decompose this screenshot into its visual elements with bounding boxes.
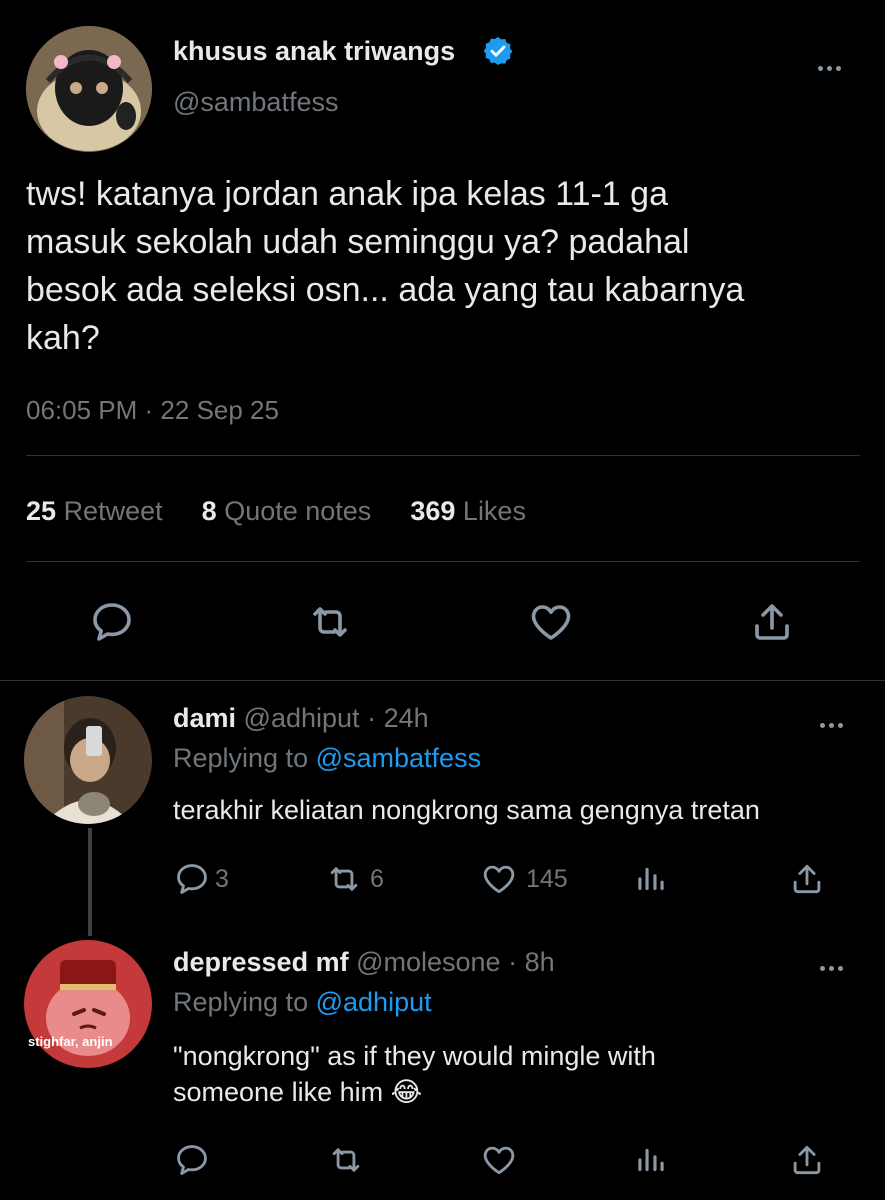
quote-count: 8 bbox=[201, 496, 217, 526]
reply-time[interactable]: 8h bbox=[525, 947, 555, 977]
share-icon[interactable] bbox=[748, 598, 796, 646]
reply-text-line: someone like him bbox=[173, 1077, 384, 1107]
tweet-date: 22 Sep 25 bbox=[160, 395, 279, 425]
likes-stat[interactable]: 369 Likes bbox=[410, 496, 526, 526]
reply-icon[interactable] bbox=[173, 860, 211, 898]
reply-text-line-2: someone like him 😂 bbox=[173, 1074, 656, 1110]
likes-label: Likes bbox=[462, 496, 526, 526]
author-handle[interactable]: @sambatfess bbox=[173, 87, 338, 118]
divider bbox=[26, 561, 860, 562]
replying-to: Replying to @adhiput bbox=[173, 987, 432, 1018]
retweet-icon[interactable] bbox=[306, 598, 354, 646]
laughing-emoji: 😂 bbox=[390, 1077, 423, 1107]
reply-author-handle[interactable]: @molesone bbox=[356, 947, 500, 977]
share-icon[interactable] bbox=[788, 860, 826, 898]
reply-text: "nongkrong" as if they would mingle with… bbox=[173, 1038, 656, 1110]
reply-avatar[interactable] bbox=[24, 696, 152, 824]
replying-to-label: Replying to bbox=[173, 743, 309, 773]
reply-text-line: terakhir keliatan nongkrong sama gengnya… bbox=[173, 795, 760, 825]
reply-author-handle[interactable]: @adhiput bbox=[244, 703, 360, 733]
retweet-icon[interactable] bbox=[327, 1141, 365, 1179]
analytics-icon[interactable] bbox=[632, 1141, 670, 1179]
timestamp-separator: · bbox=[144, 395, 161, 425]
share-icon[interactable] bbox=[788, 1141, 826, 1179]
more-options-icon[interactable] bbox=[820, 958, 850, 971]
retweet-icon[interactable] bbox=[325, 860, 363, 898]
replying-to-handle[interactable]: @sambatfess bbox=[316, 743, 481, 773]
retweet-stat[interactable]: 25 Retweet bbox=[26, 496, 170, 526]
author-display-name[interactable]: khusus anak triwangs bbox=[173, 36, 455, 67]
replying-to-label: Replying to bbox=[173, 987, 309, 1017]
reply-author-name[interactable]: dami bbox=[173, 703, 236, 733]
heart-icon[interactable] bbox=[480, 860, 518, 898]
retweet-count: 6 bbox=[370, 865, 384, 893]
reply-author-name[interactable]: depressed mf bbox=[173, 947, 349, 977]
tweet-stats: 25 Retweet 8 Quote notes 369 Likes bbox=[26, 496, 526, 527]
heart-icon[interactable] bbox=[480, 1141, 518, 1179]
analytics-icon[interactable] bbox=[632, 860, 670, 898]
quote-stat[interactable]: 8 Quote notes bbox=[202, 496, 379, 526]
replying-to-handle[interactable]: @adhiput bbox=[316, 987, 432, 1017]
verified-badge-icon bbox=[482, 35, 514, 67]
retweet-count: 25 bbox=[26, 496, 57, 526]
reply-text-line: "nongkrong" as if they would mingle with bbox=[173, 1041, 656, 1071]
reply-icon[interactable] bbox=[173, 1141, 211, 1179]
reply-time[interactable]: 24h bbox=[384, 703, 429, 733]
reply-header: dami @adhiput · 24h bbox=[173, 703, 429, 734]
replying-to: Replying to @sambatfess bbox=[173, 743, 481, 774]
tweet-timestamp[interactable]: 06:05 PM · 22 Sep 25 bbox=[26, 395, 279, 426]
tweet-text-line: tws! katanya jordan anak ipa kelas 11-1 … bbox=[26, 175, 668, 213]
likes-count: 369 bbox=[410, 496, 456, 526]
like-count: 145 bbox=[526, 865, 568, 893]
heart-icon[interactable] bbox=[527, 598, 575, 646]
reply-count: 3 bbox=[215, 865, 229, 893]
quote-label: Quote notes bbox=[224, 496, 372, 526]
tweet-text-line: besok ada seleksi osn... ada yang tau ka… bbox=[26, 271, 745, 309]
divider bbox=[0, 680, 885, 681]
timestamp-separator: · bbox=[367, 703, 377, 733]
avatar-caption: stighfar, anjin bbox=[28, 1034, 113, 1049]
retweet-label: Retweet bbox=[63, 496, 163, 526]
reply-text: terakhir keliatan nongkrong sama gengnya… bbox=[173, 795, 760, 826]
author-avatar[interactable] bbox=[26, 26, 152, 152]
reply-icon[interactable] bbox=[88, 598, 136, 646]
tweet-time: 06:05 PM bbox=[26, 395, 138, 425]
timestamp-separator: · bbox=[508, 947, 518, 977]
divider bbox=[26, 455, 860, 456]
thread-line bbox=[88, 828, 92, 936]
tweet-text: tws! katanya jordan anak ipa kelas 11-1 … bbox=[26, 170, 744, 362]
more-options-icon[interactable] bbox=[820, 715, 850, 728]
reply-header: depressed mf @molesone · 8h bbox=[173, 947, 555, 978]
more-options-icon[interactable] bbox=[818, 58, 848, 71]
tweet-text-line: masuk sekolah udah seminggu ya? padahal bbox=[26, 223, 690, 261]
tweet-text-line: kah? bbox=[26, 319, 100, 357]
